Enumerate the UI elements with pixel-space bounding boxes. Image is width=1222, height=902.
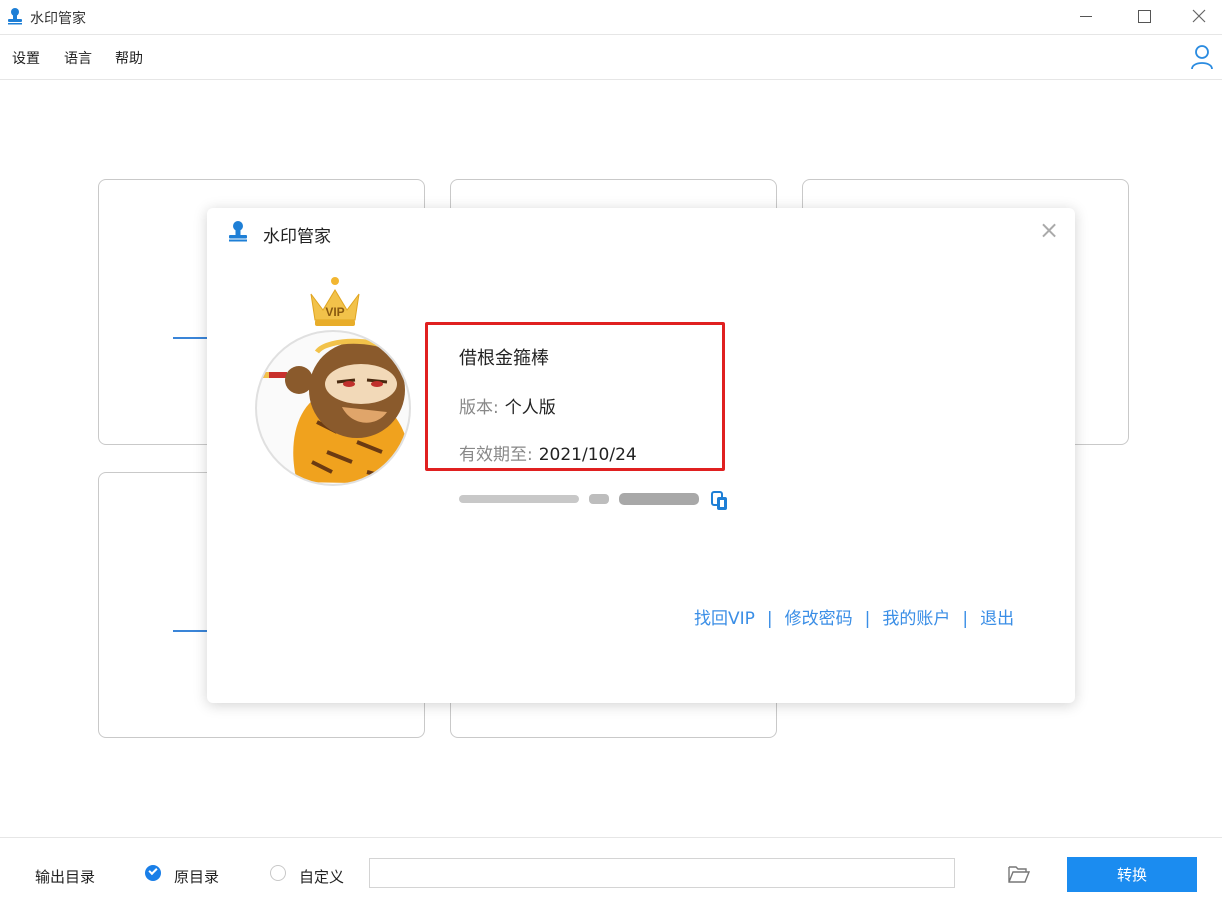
app-title: 水印管家 <box>30 11 86 27</box>
app-stamp-icon <box>8 8 22 25</box>
radio-custom-directory[interactable] <box>270 865 286 881</box>
menu-help[interactable]: 帮助 <box>115 48 143 68</box>
card-accent-line <box>173 337 207 339</box>
folder-open-icon[interactable] <box>1008 864 1030 884</box>
avatar-area: VIP <box>255 276 415 491</box>
card-accent-line <box>173 630 207 632</box>
vip-crown-icon: VIP <box>310 277 360 326</box>
app-stamp-icon <box>229 221 247 242</box>
my-account-link[interactable]: 我的账户 <box>882 609 950 629</box>
account-links: 找回VIP | 修改密码 | 我的账户 | 退出 <box>694 604 1014 629</box>
link-separator: | <box>766 609 773 629</box>
vip-badge-text: VIP <box>325 305 344 319</box>
convert-button[interactable]: 转换 <box>1067 857 1197 892</box>
version-value: 个人版 <box>504 398 556 418</box>
dialog-close-icon[interactable]: × <box>1039 218 1059 242</box>
title-bar: 水印管家 <box>0 0 1222 35</box>
close-window-button[interactable] <box>1176 0 1222 32</box>
change-password-link[interactable]: 修改密码 <box>785 609 853 629</box>
dialog-title: 水印管家 <box>263 227 331 247</box>
blurred-account-id <box>459 493 699 505</box>
link-separator: | <box>962 609 969 629</box>
minimize-icon <box>1080 15 1092 17</box>
output-bar: 输出目录 原目录 自定义 转换 <box>0 837 1222 902</box>
expiry-label: 有效期至: <box>459 445 533 465</box>
account-dialog: 水印管家 × VIP 借根金箍棒 版本: 个人版 有效期至: 2021/10/2… <box>207 208 1075 703</box>
user-name: 借根金箍棒 <box>459 348 549 369</box>
maximize-icon <box>1137 9 1151 23</box>
radio-original-label[interactable]: 原目录 <box>174 866 219 887</box>
maximize-button[interactable] <box>1121 0 1167 32</box>
copy-icon[interactable] <box>711 491 729 511</box>
recover-vip-link[interactable]: 找回VIP <box>694 609 755 629</box>
radio-custom-label[interactable]: 自定义 <box>299 866 344 887</box>
link-separator: | <box>864 609 871 629</box>
expiry-row: 有效期至: 2021/10/24 <box>459 440 637 465</box>
version-row: 版本: 个人版 <box>459 393 556 418</box>
output-directory-label: 输出目录 <box>35 868 96 886</box>
radio-original-directory[interactable] <box>145 865 161 881</box>
menu-language[interactable]: 语言 <box>64 48 92 68</box>
expiry-value: 2021/10/24 <box>538 445 637 465</box>
version-label: 版本: <box>459 398 499 418</box>
logout-link[interactable]: 退出 <box>980 609 1014 629</box>
output-path-input[interactable] <box>369 858 955 888</box>
close-icon <box>1192 9 1206 23</box>
menu-bar: 设置 语言 帮助 <box>0 35 1222 80</box>
avatar <box>255 330 411 486</box>
menu-settings[interactable]: 设置 <box>12 48 40 68</box>
user-account-icon[interactable] <box>1190 44 1214 70</box>
minimize-button[interactable] <box>1063 0 1109 32</box>
monkey-king-avatar-image <box>257 338 407 484</box>
